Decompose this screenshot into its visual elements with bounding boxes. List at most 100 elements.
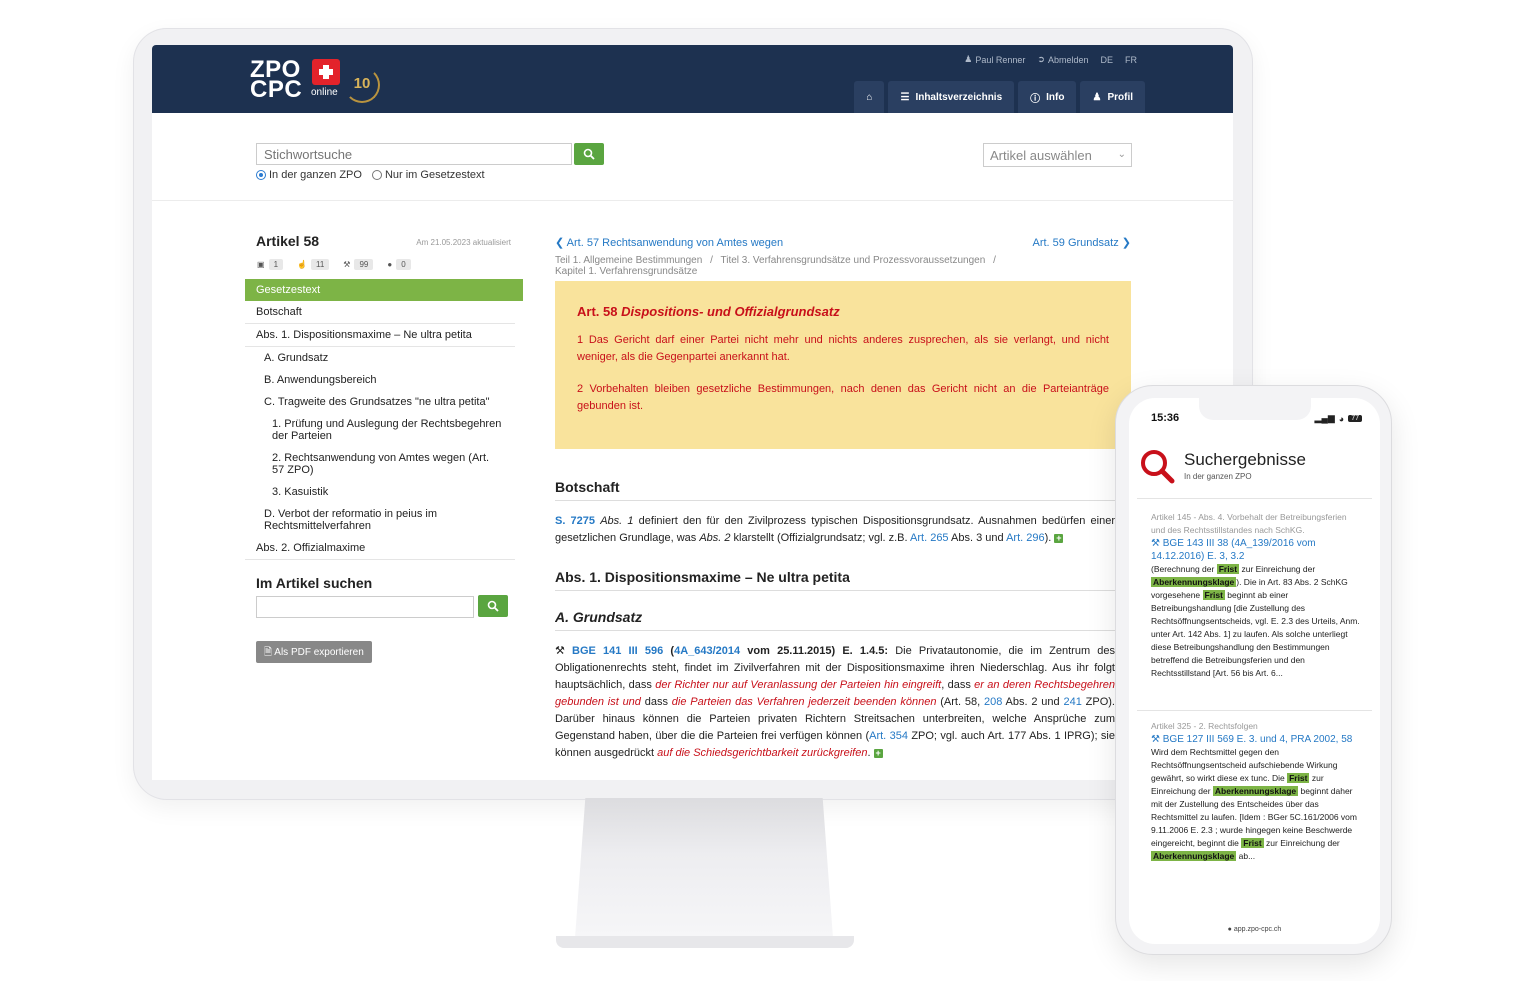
rulings-count: 99 [354,259,374,270]
status-time: 15:36 [1151,412,1180,424]
search-hit: Aberkennungsklage [1151,577,1237,587]
article-content: ❮ Art. 57 Rechtsanwendung von Amtes wege… [555,201,1133,780]
abs-ref: Abs. 1 [600,515,634,527]
toc-item-anwendungsbereich[interactable]: B. Anwendungsbereich [245,369,515,391]
scope-law-radio[interactable]: Nur im Gesetzestext [371,169,485,181]
breadcrumb-separator: / [710,255,713,266]
profile-button[interactable]: ♟ Profil [1080,81,1145,113]
keyword-search-input[interactable] [256,143,572,165]
toc-item-botschaft[interactable]: Botschaft [245,301,515,324]
text-run: (Berechnung der [1151,564,1217,574]
divider [1137,710,1372,711]
lock-icon: ● [1227,926,1232,933]
art-241-link[interactable]: 241 [1063,696,1081,708]
url-text: app.zpo-cpc.ch [1233,926,1282,933]
user-link[interactable]: ♟ Paul Renner [964,54,1025,65]
toc-item-abs2[interactable]: Abs. 2. Offizialmaxime [245,537,515,560]
swiss-flag-icon [312,59,340,85]
article-search-input[interactable] [256,596,474,618]
breadcrumb-title[interactable]: Titel 3. Verfahrensgrundsätze und Prozes… [720,255,985,266]
abs1-heading: Abs. 1. Dispositionsmaxime – Ne ultra pe… [555,569,1115,591]
toc-item-grundsatz[interactable]: A. Grundsatz [245,347,515,369]
breadcrumb-part[interactable]: Teil 1. Allgemeine Bestimmungen [555,255,702,266]
breadcrumb-chapter[interactable]: Kapitel 1. Verfahrensgrundsätze [555,266,697,277]
zpo-cpc-logo[interactable]: ZPO CPC online 10 [250,57,385,105]
article-search-button[interactable] [478,595,508,617]
result-ref: BGE 127 III 569 E. 3. und 4, PRA 2002, 5… [1162,734,1353,745]
bge-ref-link[interactable]: BGE 141 III 596 [572,645,663,657]
highlight-run: auf die Schiedsgerichtbarkeit zurückgrei… [657,747,868,759]
toc-item-reformatio[interactable]: D. Verbot der reformatio in peius im Rec… [245,503,515,537]
text-run: ab... [1236,851,1256,861]
botschaft-heading: Botschaft [555,479,1115,501]
bge-date: vom 25.11.2015) E. 1.4.5: [740,645,889,657]
result-meta: Artikel 325 - 2. Rechtsfolgen [1151,721,1258,731]
art-208-link[interactable]: 208 [984,696,1002,708]
chevron-left-icon: ❮ [555,237,565,249]
file-icon: 🗎 [264,647,273,658]
article-select[interactable]: Artikel auswählen ⌄ [983,143,1132,167]
logout-link[interactable]: ➲ Abmelden [1037,54,1088,65]
user-name: Paul Renner [975,54,1026,65]
radio-unselected-icon [371,170,382,180]
radio-selected-icon [256,170,266,180]
books-counter[interactable]: ▣ 1 [257,259,284,270]
expand-plus-icon[interactable]: + [1054,533,1064,543]
likes-counter[interactable]: ☝ 11 [297,259,330,270]
likes-count: 11 [310,259,330,270]
result-snippet: (Berechnung der Frist zur Einreichung de… [1151,563,1361,680]
botschaft-ref-link[interactable]: S. 7275 [555,515,595,527]
toc-item-gesetzestext[interactable]: Gesetzestext [245,279,523,301]
scope-law-label: Nur im Gesetzestext [384,169,485,181]
search-result[interactable]: Artikel 325 - 2. Rechtsfolgen ⚒ BGE 127 … [1151,720,1361,863]
info-button[interactable]: ⓘ Info [1018,81,1077,113]
text-run: (Art. 58, [936,696,984,708]
law-article-number: Art. 58 [577,304,618,319]
comments-counter[interactable]: ● 0 [387,259,411,270]
search-result[interactable]: Artikel 145 - Abs. 4. Vorbehalt der Betr… [1151,511,1361,680]
rulings-counter[interactable]: ⚒ 99 [343,259,374,270]
search-in-article-title: Im Artikel suchen [256,575,373,591]
result-ref-link[interactable]: ⚒ BGE 143 III 38 (4A_139/2016 vom 14.12.… [1151,537,1361,563]
prev-article-link[interactable]: ❮ Art. 57 Rechtsanwendung von Amtes wege… [555,235,783,252]
highlight-run: die Parteien das Verfahren jederzeit bee… [671,696,937,708]
article-sidebar: Artikel 58 Am 21.05.2023 aktualisiert ▣ 1… [245,201,523,780]
user-icon: ♟ [964,54,973,64]
lang-fr[interactable]: FR [1125,54,1137,65]
art-265-link[interactable]: Art. 265 [910,532,949,544]
toc-item-tragweite[interactable]: C. Tragweite des Grundsatzes "ne ultra p… [245,391,515,413]
expand-plus-icon[interactable]: + [873,748,883,758]
wifi-icon: ◕ [1338,413,1345,424]
toc-item-kasuistik[interactable]: 3. Kasuistik [245,481,515,503]
toc-button[interactable]: ☰ Inhaltsverzeichnis [888,81,1015,113]
text-run: ). [1044,532,1052,544]
comment-icon: ● [387,260,393,269]
abs-ref: Abs. 2 [699,532,731,544]
battery-icon: 77 [1348,415,1362,422]
art-296-link[interactable]: Art. 296 [1006,532,1045,544]
keyword-search-button[interactable] [574,143,604,165]
lang-de[interactable]: DE [1100,54,1113,65]
toc-item-pruefung[interactable]: 1. Prüfung und Auslegung der Rechtsbegeh… [245,413,515,447]
profile-label: Profil [1107,91,1133,103]
phone-screen: 15:36 ▂▄▆ ◕ 77 Suchergebnisse In der gan… [1129,398,1380,944]
thumbs-up-icon: ☝ [297,260,307,269]
pdf-export-button[interactable]: 🗎 Als PDF exportieren [256,641,372,663]
text-run: dass [640,696,672,708]
pdf-export-label: Als PDF exportieren [274,647,364,658]
books-count: 1 [268,259,284,270]
bge-case-link[interactable]: 4A_643/2014 [674,645,740,657]
url-bar[interactable]: ● app.zpo-cpc.ch [1129,926,1380,933]
art-354-link[interactable]: Art. 354 [869,730,908,742]
scope-all-radio[interactable]: In der ganzen ZPO [256,169,362,181]
next-article-label: Art. 59 Grundsatz [1032,237,1119,249]
home-button[interactable]: ⌂ [854,81,885,113]
law-article-title: Dispositions- und Offizialgrundsatz [621,304,840,319]
phone-frame: 15:36 ▂▄▆ ◕ 77 Suchergebnisse In der gan… [1115,385,1392,955]
result-ref-link[interactable]: ⚒ BGE 127 III 569 E. 3. und 4, PRA 2002,… [1151,733,1361,746]
toc-item-rechtsanwendung[interactable]: 2. Rechtsanwendung von Amtes wegen (Art.… [245,447,515,481]
toc-item-abs1[interactable]: Abs. 1. Dispositionsmaxime – Ne ultra pe… [245,324,515,347]
text-run: Abs. 2 und [1002,696,1064,708]
next-article-link[interactable]: Art. 59 Grundsatz ❯ [1033,235,1132,252]
law-text-box: Art. 58 Dispositions- und Offizialgrunds… [555,281,1131,449]
